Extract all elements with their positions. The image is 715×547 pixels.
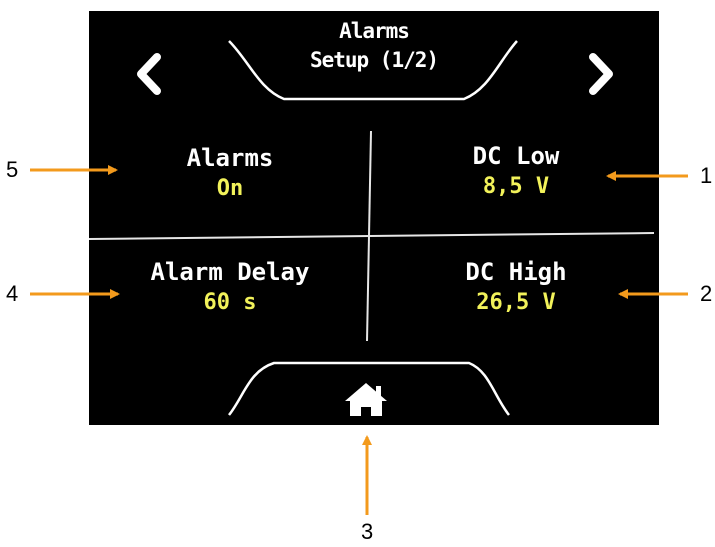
previous-page-button[interactable] — [129, 49, 169, 99]
callout-number-2: 2 — [700, 281, 713, 306]
alarms-value: On — [216, 176, 244, 201]
home-icon — [345, 383, 387, 416]
horizontal-divider — [89, 232, 655, 240]
dc-low-setting[interactable]: DC Low 8,5 V — [381, 141, 651, 203]
dc-high-value: 26,5 V — [476, 290, 556, 315]
screen-subtitle: Setup (1/2) — [309, 48, 439, 72]
dc-low-value: 8,5 V — [482, 174, 550, 199]
alarms-label: Alarms — [186, 144, 274, 172]
dc-high-setting[interactable]: DC High 26,5 V — [381, 257, 651, 319]
screen-title: Alarms — [339, 19, 410, 43]
alarms-setting[interactable]: Alarms On — [89, 143, 371, 205]
callout-number-3: 3 — [361, 519, 374, 544]
home-button[interactable] — [331, 379, 401, 419]
screen-dividers — [89, 40, 655, 416]
callout-number-1: 1 — [700, 163, 713, 188]
callout-number-5: 5 — [6, 157, 19, 182]
dc-low-label: DC Low — [472, 142, 560, 170]
chevron-right-icon — [589, 53, 613, 95]
device-screen: Alarms Setup (1/2) Alarms On DC Low 8,5 … — [89, 11, 659, 425]
chevron-left-icon — [137, 53, 161, 95]
alarm-delay-label: Alarm Delay — [150, 258, 310, 286]
dc-high-label: DC High — [465, 258, 567, 286]
callout-number-4: 4 — [6, 281, 19, 306]
alarm-delay-value: 60 s — [203, 290, 257, 315]
next-page-button[interactable] — [581, 49, 621, 99]
alarm-delay-setting[interactable]: Alarm Delay 60 s — [89, 257, 371, 319]
